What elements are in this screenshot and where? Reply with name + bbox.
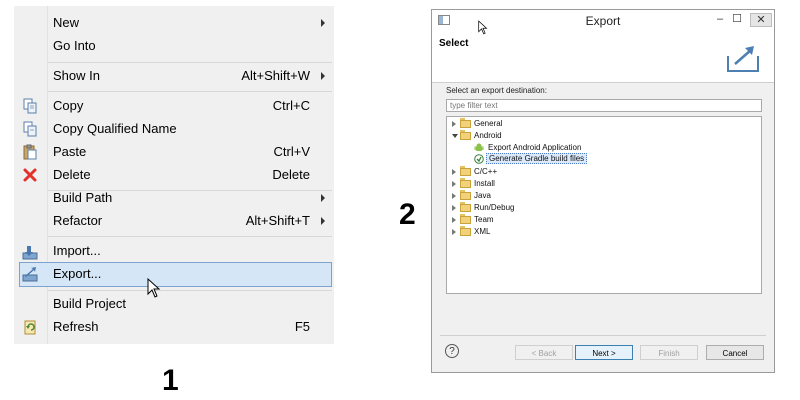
expand-arrow-icon[interactable]	[452, 205, 456, 211]
folder-icon	[460, 118, 471, 128]
menu-item-copy-qualified-name[interactable]: Copy Qualified Name	[48, 118, 332, 141]
menu-item-shortcut: Ctrl+V	[273, 144, 310, 159]
expand-arrow-icon[interactable]	[452, 217, 456, 223]
help-button[interactable]: ?	[445, 344, 459, 358]
tree-item-label: General	[474, 119, 503, 128]
menu-item-show-in[interactable]: Show In Alt+Shift+W	[48, 65, 332, 88]
step-label-1: 1	[162, 364, 179, 397]
expand-arrow-icon[interactable]	[452, 193, 456, 199]
menu-item-export[interactable]: Export...	[19, 262, 332, 287]
menu-item-label: Build Path	[53, 190, 113, 205]
android-icon	[474, 143, 484, 151]
menu-separator	[48, 91, 332, 92]
tree-item-label: Export Android Application	[488, 143, 582, 152]
finish-button[interactable]: Finish	[640, 345, 698, 360]
copy-qualified-name-icon	[23, 121, 37, 137]
gradle-icon	[474, 154, 484, 164]
tree-item-label: Generate Gradle build files	[486, 153, 588, 164]
mouse-cursor-icon	[147, 278, 161, 298]
tree-item-label: Java	[474, 191, 491, 200]
folder-icon	[460, 166, 471, 176]
menu-item-shortcut: F5	[294, 319, 310, 334]
menu-item-shortcut: Delete	[272, 167, 310, 182]
close-button[interactable]: ✕	[750, 13, 772, 27]
menu-item-shortcut: Alt+Shift+W	[241, 68, 310, 83]
menu-item-copy[interactable]: Copy Ctrl+C	[48, 95, 332, 118]
menu-item-label: New	[53, 15, 80, 30]
menu-item-label: Build Project	[53, 296, 126, 311]
menu-item-label: Refactor	[53, 213, 103, 228]
menu-item-go-into[interactable]: Go Into	[48, 35, 332, 58]
context-menu: New Go Into Show In Alt+Shift+W Copy Ctr…	[14, 6, 334, 344]
collapse-arrow-icon[interactable]	[452, 134, 458, 138]
tree-item-label: Run/Debug	[474, 203, 515, 212]
menu-item-label: Paste	[53, 144, 87, 159]
expand-arrow-icon[interactable]	[452, 229, 456, 235]
expand-arrow-icon[interactable]	[452, 181, 456, 187]
menu-item-label: Import...	[53, 243, 101, 258]
folder-icon	[460, 178, 471, 188]
menu-item-build-project[interactable]: Build Project	[48, 293, 332, 316]
menu-item-label: Go Into	[53, 38, 96, 53]
tree-item-label: XML	[474, 227, 491, 236]
copy-icon	[23, 98, 37, 114]
menu-separator	[48, 236, 332, 237]
menu-item-new[interactable]: New	[48, 12, 332, 35]
menu-item-import[interactable]: Import...	[48, 240, 332, 263]
delete-icon	[23, 168, 37, 182]
submenu-arrow-icon	[321, 217, 325, 225]
export-destination-label: Select an export destination:	[446, 86, 547, 95]
menu-item-paste[interactable]: Paste Ctrl+V	[48, 141, 332, 164]
back-button[interactable]: < Back	[515, 345, 573, 360]
menu-item-refactor[interactable]: Refactor Alt+Shift+T	[48, 210, 332, 233]
menu-item-delete[interactable]: Delete Delete	[48, 164, 332, 187]
export-wizard-icon	[727, 46, 759, 72]
next-button[interactable]: Next >	[575, 345, 633, 360]
submenu-arrow-icon	[321, 72, 325, 80]
menu-item-shortcut: Alt+Shift+T	[245, 213, 310, 228]
submenu-arrow-icon	[321, 194, 325, 202]
menu-item-label: Refresh	[53, 319, 99, 334]
menu-separator	[48, 62, 332, 63]
mouse-cursor-icon	[478, 20, 488, 35]
minimize-button[interactable]: –	[712, 13, 728, 26]
export-dialog: Export – ☐ ✕ Select Select an export des…	[431, 9, 775, 373]
menu-item-label: Copy Qualified Name	[53, 121, 177, 136]
expand-arrow-icon[interactable]	[452, 121, 456, 127]
wizard-banner: Select	[432, 32, 774, 83]
submenu-arrow-icon	[321, 19, 325, 27]
folder-icon	[460, 202, 471, 212]
refresh-icon	[24, 320, 36, 335]
paste-icon	[23, 144, 37, 160]
filter-input[interactable]: type filter text	[446, 99, 762, 112]
button-bar-divider	[440, 335, 766, 336]
folder-open-icon	[460, 130, 471, 140]
folder-icon	[460, 190, 471, 200]
export-destination-tree: General Android Export Android Applicati…	[446, 116, 762, 294]
menu-item-label: Copy	[53, 98, 84, 113]
cancel-button[interactable]: Cancel	[706, 345, 764, 360]
menu-item-shortcut: Ctrl+C	[272, 98, 310, 113]
menu-item-label: Delete	[53, 167, 91, 182]
menu-item-label: Show In	[53, 68, 100, 83]
import-icon	[22, 246, 38, 260]
tree-item-label: Android	[474, 131, 502, 140]
folder-icon	[460, 226, 471, 236]
menu-item-build-path[interactable]: Build Path	[48, 187, 332, 210]
menu-item-refresh[interactable]: Refresh F5	[48, 316, 332, 339]
export-icon	[22, 267, 38, 282]
step-label-2: 2	[399, 198, 416, 231]
tree-item-label: Team	[474, 215, 494, 224]
folder-icon	[460, 214, 471, 224]
wizard-page-title: Select	[439, 38, 469, 49]
menu-item-label: Export...	[53, 266, 102, 281]
expand-arrow-icon[interactable]	[452, 169, 456, 175]
maximize-button[interactable]: ☐	[729, 13, 745, 26]
menu-separator	[48, 290, 332, 291]
tree-item-label: C/C++	[474, 167, 498, 176]
tree-item-label: Install	[474, 179, 495, 188]
